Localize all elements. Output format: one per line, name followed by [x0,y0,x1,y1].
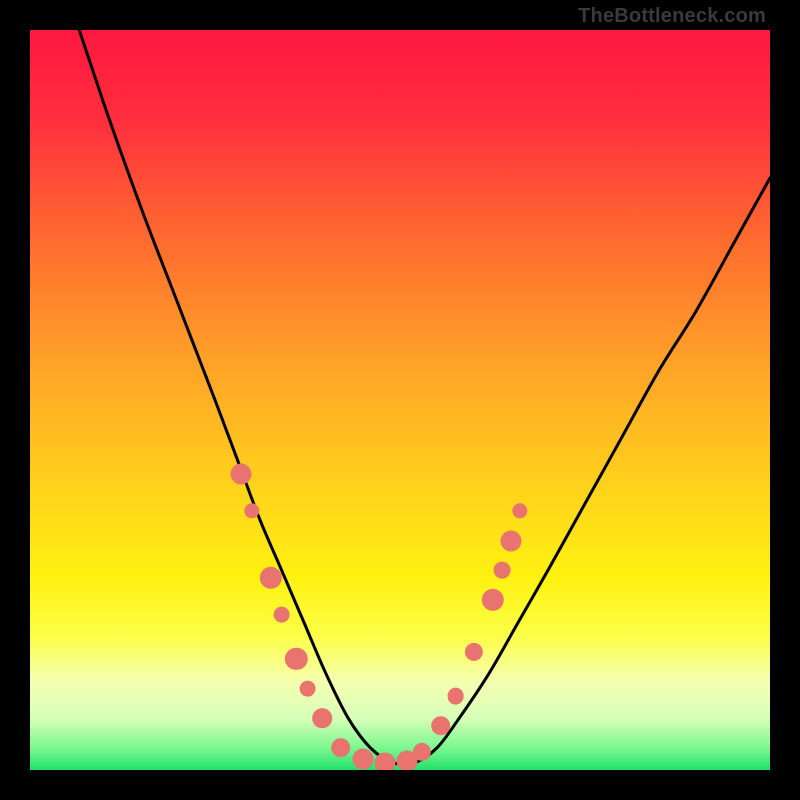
highlight-dot [230,464,251,485]
highlight-dot [331,738,351,758]
highlight-dot [259,566,281,588]
highlight-dot [244,503,259,518]
plot-area [30,30,770,770]
highlight-dot [512,503,527,518]
highlight-dot [501,530,522,551]
highlight-dots-layer [30,30,770,770]
highlight-dot [431,716,451,736]
watermark-text: TheBottleneck.com [578,5,766,28]
highlight-dot [481,589,503,611]
highlight-dot [447,688,464,705]
chart-frame: TheBottleneck.com [0,0,800,800]
highlight-dot [375,752,396,770]
highlight-dot [465,643,483,661]
highlight-dot [413,742,431,760]
highlight-dot [299,680,316,697]
highlight-dot [353,748,374,769]
highlight-dot [285,648,307,670]
highlight-dot [313,708,333,728]
highlight-dot [494,562,511,579]
highlight-dot [273,606,290,623]
